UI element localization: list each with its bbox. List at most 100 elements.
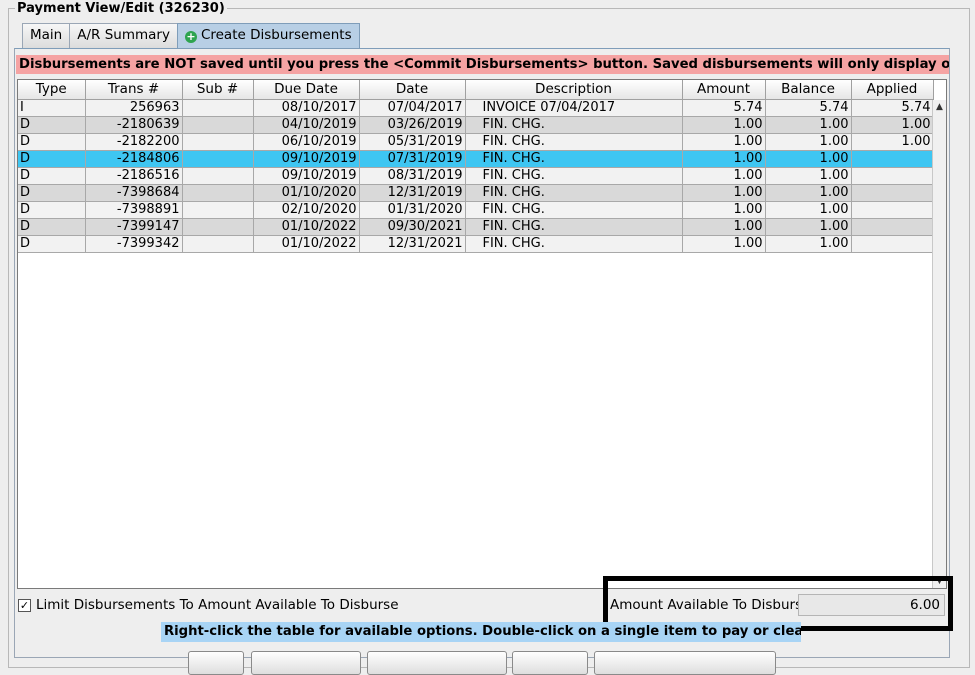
table-row[interactable]: D -7398684 01/10/2020 12/31/2019 FIN. CHG. 1.… xyxy=(18,184,934,202)
cell-due-date: 04/10/2019 xyxy=(253,116,360,134)
col-header-sub[interactable]: Sub # xyxy=(182,80,254,100)
cell-type: I xyxy=(18,99,86,117)
cell-trans: -7398891 xyxy=(85,201,183,219)
tab-ar-summary[interactable]: A/R Summary xyxy=(69,23,178,48)
cell-date: 01/31/2020 xyxy=(359,201,466,219)
cell-type: D xyxy=(18,201,86,219)
col-header-due-date[interactable]: Due Date xyxy=(253,80,360,100)
table-usage-hint: Right-click the table for available opti… xyxy=(161,622,801,642)
cell-description: FIN. CHG. xyxy=(465,235,683,253)
cell-sub xyxy=(182,99,254,117)
cell-trans: -2184806 xyxy=(85,150,183,168)
limit-disbursements-checkbox[interactable]: ✓ xyxy=(18,598,31,612)
cell-date: 03/26/2019 xyxy=(359,116,466,134)
cell-balance: 1.00 xyxy=(765,218,852,236)
table-row[interactable]: D -7399147 01/10/2022 09/30/2021 FIN. CHG. 1.… xyxy=(18,218,934,236)
cell-sub xyxy=(182,201,254,219)
limit-disbursements-option[interactable]: ✓ Limit Disbursements To Amount Availabl… xyxy=(18,596,399,614)
cell-balance: 1.00 xyxy=(765,201,852,219)
col-header-balance[interactable]: Balance xyxy=(765,80,852,100)
bottom-button-3[interactable] xyxy=(367,651,507,675)
cell-description: FIN. CHG. xyxy=(465,184,683,202)
cell-due-date: 09/10/2019 xyxy=(253,167,360,185)
cell-description: FIN. CHG. xyxy=(465,167,683,185)
table-row[interactable]: D -2186516 09/10/2019 08/31/2019 FIN. CHG. 1.… xyxy=(18,167,934,185)
tab-main[interactable]: Main xyxy=(22,23,71,48)
cell-amount: 1.00 xyxy=(682,150,766,168)
bottom-button-1[interactable] xyxy=(188,651,244,675)
cell-trans: -7399147 xyxy=(85,218,183,236)
cell-description: INVOICE 07/04/2017 xyxy=(465,99,683,117)
cell-sub xyxy=(182,235,254,253)
cell-amount: 1.00 xyxy=(682,218,766,236)
cell-due-date: 08/10/2017 xyxy=(253,99,360,117)
cell-due-date: 01/10/2022 xyxy=(253,218,360,236)
cell-type: D xyxy=(18,133,86,151)
cell-type: D xyxy=(18,235,86,253)
bottom-button-4[interactable] xyxy=(512,651,588,675)
cell-date: 07/04/2017 xyxy=(359,99,466,117)
cell-due-date: 02/10/2020 xyxy=(253,201,360,219)
cell-amount: 1.00 xyxy=(682,184,766,202)
table-row[interactable]: D -2184806 09/10/2019 07/31/2019 FIN. CHG. 1.… xyxy=(18,150,934,168)
cell-description: FIN. CHG. xyxy=(465,116,683,134)
cell-sub xyxy=(182,184,254,202)
cell-sub xyxy=(182,167,254,185)
table-header-row: Type Trans # Sub # Due Date Date Descrip… xyxy=(18,80,934,100)
col-header-applied[interactable]: Applied xyxy=(851,80,934,100)
table-vertical-scrollbar[interactable]: ▲ ▼ xyxy=(932,100,946,588)
cell-sub xyxy=(182,116,254,134)
cell-balance: 1.00 xyxy=(765,150,852,168)
cell-date: 07/31/2019 xyxy=(359,150,466,168)
cell-date: 12/31/2021 xyxy=(359,235,466,253)
cell-type: D xyxy=(18,167,86,185)
cell-applied xyxy=(851,235,934,253)
scroll-up-arrow-icon[interactable]: ▲ xyxy=(933,100,946,114)
cell-due-date: 09/10/2019 xyxy=(253,150,360,168)
cell-due-date: 06/10/2019 xyxy=(253,133,360,151)
cell-applied xyxy=(851,201,934,219)
cell-sub xyxy=(182,133,254,151)
cell-trans: -7398684 xyxy=(85,184,183,202)
table-row[interactable]: D -2182200 06/10/2019 05/31/2019 FIN. CHG. 1.… xyxy=(18,133,934,151)
cell-balance: 1.00 xyxy=(765,235,852,253)
cell-due-date: 01/10/2020 xyxy=(253,184,360,202)
cell-date: 05/31/2019 xyxy=(359,133,466,151)
cell-amount: 1.00 xyxy=(682,167,766,185)
cell-applied xyxy=(851,218,934,236)
cell-description: FIN. CHG. xyxy=(465,218,683,236)
cell-balance: 1.00 xyxy=(765,167,852,185)
cell-amount: 1.00 xyxy=(682,133,766,151)
bottom-button-2[interactable] xyxy=(251,651,361,675)
table-row[interactable]: I 256963 08/10/2017 07/04/2017 INVOICE 07/04… xyxy=(18,99,934,117)
warning-banner: Disbursements are NOT saved until you pr… xyxy=(16,55,949,74)
cell-sub xyxy=(182,150,254,168)
disbursements-table[interactable]: Type Trans # Sub # Due Date Date Descrip… xyxy=(17,79,947,589)
table-row[interactable]: D -7398891 02/10/2020 01/31/2020 FIN. CHG. 1.… xyxy=(18,201,934,219)
col-header-description[interactable]: Description xyxy=(465,80,683,100)
cell-balance: 1.00 xyxy=(765,133,852,151)
tab-create-disbursements[interactable]: + Create Disbursements xyxy=(176,23,360,48)
cell-applied: 5.74 xyxy=(851,99,934,117)
cell-description: FIN. CHG. xyxy=(465,201,683,219)
cell-type: D xyxy=(18,150,86,168)
col-header-type[interactable]: Type xyxy=(18,80,86,100)
table-row[interactable]: D -7399342 01/10/2022 12/31/2021 FIN. CHG. 1.… xyxy=(18,235,934,253)
col-header-amount[interactable]: Amount xyxy=(682,80,766,100)
cell-sub xyxy=(182,218,254,236)
col-header-trans[interactable]: Trans # xyxy=(85,80,183,100)
cell-applied xyxy=(851,167,934,185)
cell-balance: 5.74 xyxy=(765,99,852,117)
tab-ar-summary-label: A/R Summary xyxy=(77,27,170,43)
cell-trans: -2186516 xyxy=(85,167,183,185)
cell-amount: 1.00 xyxy=(682,235,766,253)
cell-trans: -2182200 xyxy=(85,133,183,151)
cell-amount: 1.00 xyxy=(682,201,766,219)
commit-disbursements-button[interactable] xyxy=(594,651,776,675)
table-row[interactable]: D -2180639 04/10/2019 03/26/2019 FIN. CHG. 1.… xyxy=(18,116,934,134)
col-header-date[interactable]: Date xyxy=(359,80,466,100)
cell-balance: 1.00 xyxy=(765,184,852,202)
cell-applied: 1.00 xyxy=(851,116,934,134)
tab-main-label: Main xyxy=(30,27,63,43)
panel-title: Payment View/Edit (326230) xyxy=(15,1,227,17)
